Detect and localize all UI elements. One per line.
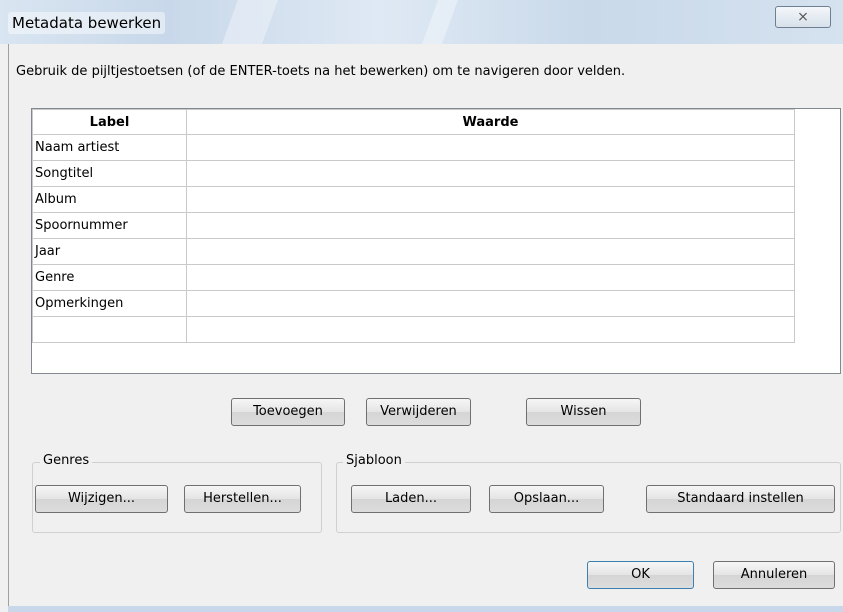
close-icon: ⨯ xyxy=(797,9,809,25)
titlebar-glare xyxy=(221,0,279,44)
row-value[interactable] xyxy=(186,160,795,187)
row-label[interactable]: Songtitel xyxy=(32,160,187,187)
table-row[interactable]: Naam artiest xyxy=(32,134,795,161)
row-value[interactable] xyxy=(186,264,795,291)
navigation-hint: Gebruik de pijltjestoetsen (of de ENTER-… xyxy=(16,64,626,79)
edit-genres-button[interactable]: Wijzigen... xyxy=(35,485,168,513)
template-legend: Sjabloon xyxy=(343,453,405,468)
genres-legend: Genres xyxy=(40,453,93,468)
titlebar-glare-2 xyxy=(421,0,459,44)
window-bottom-border xyxy=(8,606,843,612)
row-value[interactable] xyxy=(186,186,795,213)
table-row[interactable] xyxy=(32,316,795,343)
add-row-button[interactable]: Toevoegen xyxy=(231,398,345,426)
row-label[interactable]: Album xyxy=(32,186,187,213)
row-value[interactable] xyxy=(186,134,795,161)
save-template-button[interactable]: Opslaan... xyxy=(489,485,604,513)
column-header-value[interactable]: Waarde xyxy=(186,109,795,135)
table-row[interactable]: Opmerkingen xyxy=(32,290,795,317)
row-label[interactable]: Naam artiest xyxy=(32,134,187,161)
set-default-button[interactable]: Standaard instellen xyxy=(646,485,835,513)
table-row[interactable]: Genre xyxy=(32,264,795,291)
metadata-grid: Label Waarde Naam artiest Songtitel Albu… xyxy=(32,109,795,343)
row-value[interactable] xyxy=(186,212,795,239)
row-label[interactable]: Opmerkingen xyxy=(32,290,187,317)
cancel-button[interactable]: Annuleren xyxy=(713,561,835,589)
load-template-button[interactable]: Laden... xyxy=(351,485,471,513)
reset-genres-button[interactable]: Herstellen... xyxy=(184,485,301,513)
row-label[interactable] xyxy=(32,316,187,343)
row-label[interactable]: Jaar xyxy=(32,238,187,265)
row-value[interactable] xyxy=(186,238,795,265)
table-row[interactable]: Jaar xyxy=(32,238,795,265)
table-row[interactable]: Songtitel xyxy=(32,160,795,187)
column-header-label[interactable]: Label xyxy=(32,109,187,135)
close-button[interactable]: ⨯ xyxy=(775,6,831,28)
window-title: Metadata bewerken xyxy=(8,12,166,34)
row-label[interactable]: Genre xyxy=(32,264,187,291)
title-bar[interactable]: Metadata bewerken ⨯ xyxy=(0,0,843,44)
remove-row-button[interactable]: Verwijderen xyxy=(366,398,471,426)
metadata-dialog: Metadata bewerken ⨯ Gebruik de pijltjest… xyxy=(0,0,843,612)
row-value[interactable] xyxy=(186,290,795,317)
table-row[interactable]: Album xyxy=(32,186,795,213)
table-row[interactable]: Spoornummer xyxy=(32,212,795,239)
ok-button[interactable]: OK xyxy=(587,561,694,589)
grid-header-row: Label Waarde xyxy=(32,109,795,135)
clear-button[interactable]: Wissen xyxy=(526,398,641,426)
row-value[interactable] xyxy=(186,316,795,343)
row-label[interactable]: Spoornummer xyxy=(32,212,187,239)
